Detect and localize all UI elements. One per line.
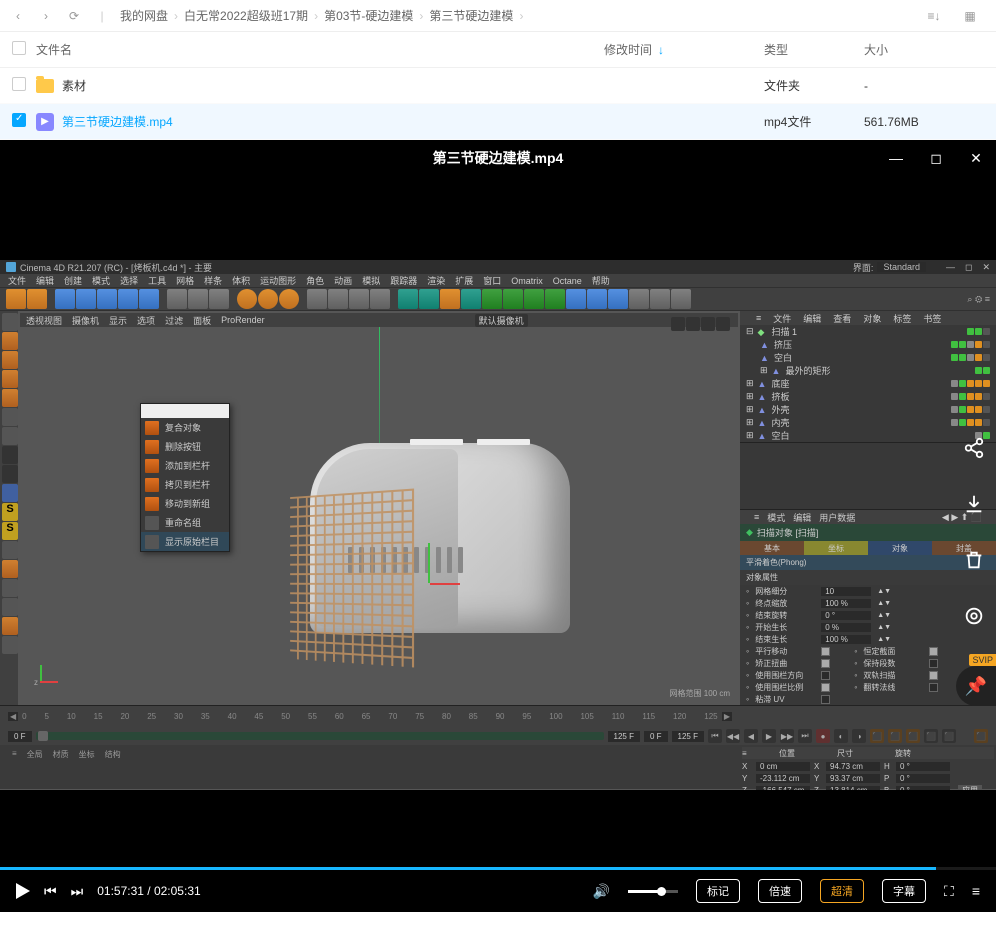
file-list-header: 文件名 修改时间↓ 类型 大小 xyxy=(0,32,996,68)
file-name: 第三节硬边建模.mp4 xyxy=(62,113,173,130)
select-all-checkbox[interactable] xyxy=(12,41,26,55)
folder-icon xyxy=(36,79,54,93)
video-progress-bar[interactable] xyxy=(0,867,996,870)
toaster-3d-model xyxy=(270,413,580,643)
next-icon[interactable]: ⏭ xyxy=(71,883,84,900)
view-icon[interactable]: ▦ xyxy=(960,6,980,26)
column-type[interactable]: 类型 xyxy=(764,41,864,58)
object-tree[interactable]: ⊟◆扫描 1 ▲挤压 ▲空白 ⊞▲最外的矩形 ⊞▲底座 ⊞▲挤板 ⊞▲外壳 ⊞▲… xyxy=(740,325,996,443)
breadcrumb-item[interactable]: 第三节硬边建模 xyxy=(429,7,513,24)
download-icon[interactable] xyxy=(954,484,994,524)
quality-button[interactable]: 超清 xyxy=(820,879,864,903)
video-frame-content: Cinema 4D R21.207 (RC) - [烤板机.c4d *] - 主… xyxy=(0,260,996,790)
speed-button[interactable]: 倍速 xyxy=(758,879,802,903)
column-date[interactable]: 修改时间↓ xyxy=(604,41,764,58)
settings-icon[interactable] xyxy=(954,596,994,636)
forward-icon[interactable]: › xyxy=(36,6,56,26)
row-checkbox[interactable] xyxy=(12,113,26,127)
video-title: 第三节硬边建模.mp4 xyxy=(433,148,564,168)
refresh-icon[interactable]: ⟳ xyxy=(64,6,84,26)
prev-icon[interactable]: ⏮ xyxy=(44,883,57,900)
pin-icon[interactable]: 📌 xyxy=(956,666,996,706)
video-file-icon: ▶ xyxy=(36,113,54,131)
video-player: 第三节硬边建模.mp4 — ◻ ✕ Cinema 4D R21.207 (RC)… xyxy=(0,140,996,912)
maximize-icon[interactable]: ◻ xyxy=(916,140,956,176)
delete-icon[interactable] xyxy=(954,540,994,580)
column-size[interactable]: 大小 xyxy=(864,41,984,58)
sort-arrow-icon: ↓ xyxy=(658,43,664,57)
file-row-folder[interactable]: 素材 文件夹 - xyxy=(0,68,996,104)
breadcrumb: 我的网盘› 白无常2022超级班17期› 第03节-硬边建模› 第三节硬边建模› xyxy=(120,7,523,24)
viewport-axis-icon: z xyxy=(40,659,64,683)
fullscreen-icon[interactable]: ⛶ xyxy=(944,883,954,900)
mark-button[interactable]: 标记 xyxy=(696,879,740,903)
c4d-transport-bar: 0 F 125 F 0 F 125 F ⏮◀◀◀ ▶▶▶⏭ ● ◐◑ ⬛⬛⬛ ⬛… xyxy=(0,727,996,745)
grid-info: 网格范围 100 cm xyxy=(670,688,730,699)
play-icon[interactable] xyxy=(16,883,30,899)
close-icon[interactable]: ✕ xyxy=(956,140,996,176)
sort-icon[interactable]: ≡↓ xyxy=(924,6,944,26)
back-icon[interactable]: ‹ xyxy=(8,6,28,26)
c4d-viewport: 透视视图摄像机 显示选项 过滤面板 ProRender 默认摄像机 xyxy=(20,313,738,703)
column-name[interactable]: 文件名 xyxy=(36,41,604,58)
playlist-icon[interactable]: ≡ xyxy=(972,883,980,899)
c4d-toolbar: ⌕ ⚙ ≡ xyxy=(0,287,996,311)
video-controls: ⏮ ⏭ 01:57:31 / 02:05:31 🔊 标记 倍速 超清 字幕 ⛶ … xyxy=(0,870,996,912)
minimize-icon[interactable]: — xyxy=(876,140,916,176)
time-display: 01:57:31 / 02:05:31 xyxy=(97,884,200,898)
file-row-video[interactable]: ▶第三节硬边建模.mp4 mp4文件 561.76MB xyxy=(0,104,996,140)
video-title-bar: 第三节硬边建模.mp4 — ◻ ✕ xyxy=(0,140,996,176)
c4d-title-bar: Cinema 4D R21.207 (RC) - [烤板机.c4d *] - 主… xyxy=(0,260,996,274)
nav-right: ≡↓ ▦ xyxy=(924,6,988,26)
svip-badge: SVIP xyxy=(969,654,996,666)
nav-bar: ‹ › ⟳ | 我的网盘› 白无常2022超级班17期› 第03节-硬边建模› … xyxy=(0,0,996,32)
subtitle-button[interactable]: 字幕 xyxy=(882,879,926,903)
c4d-menu-bar: 文件编辑创建 模式选择工具 网格样条体积 运动图形角色动画 模拟跟踪器渲染 扩展… xyxy=(0,274,996,287)
c4d-timeline[interactable]: ◀ 05101520253035404550556065707580859095… xyxy=(0,705,996,727)
context-menu[interactable]: 复合对象 删除按钮 添加到栏杆 拷贝到栏杆 移动到新组 重命名组 显示原始栏目 xyxy=(140,403,230,552)
breadcrumb-item[interactable]: 第03节-硬边建模 xyxy=(324,7,413,24)
c4d-app-icon xyxy=(6,262,16,272)
c4d-left-toolbar: SS xyxy=(0,311,18,705)
separator: | xyxy=(92,6,112,26)
row-checkbox[interactable] xyxy=(12,77,26,91)
volume-icon[interactable]: 🔊 xyxy=(593,883,610,900)
side-actions xyxy=(952,428,996,636)
volume-slider[interactable] xyxy=(628,890,678,893)
breadcrumb-item[interactable]: 我的网盘 xyxy=(120,7,168,24)
breadcrumb-item[interactable]: 白无常2022超级班17期 xyxy=(184,7,308,24)
file-name: 素材 xyxy=(62,77,86,94)
share-icon[interactable] xyxy=(954,428,994,468)
